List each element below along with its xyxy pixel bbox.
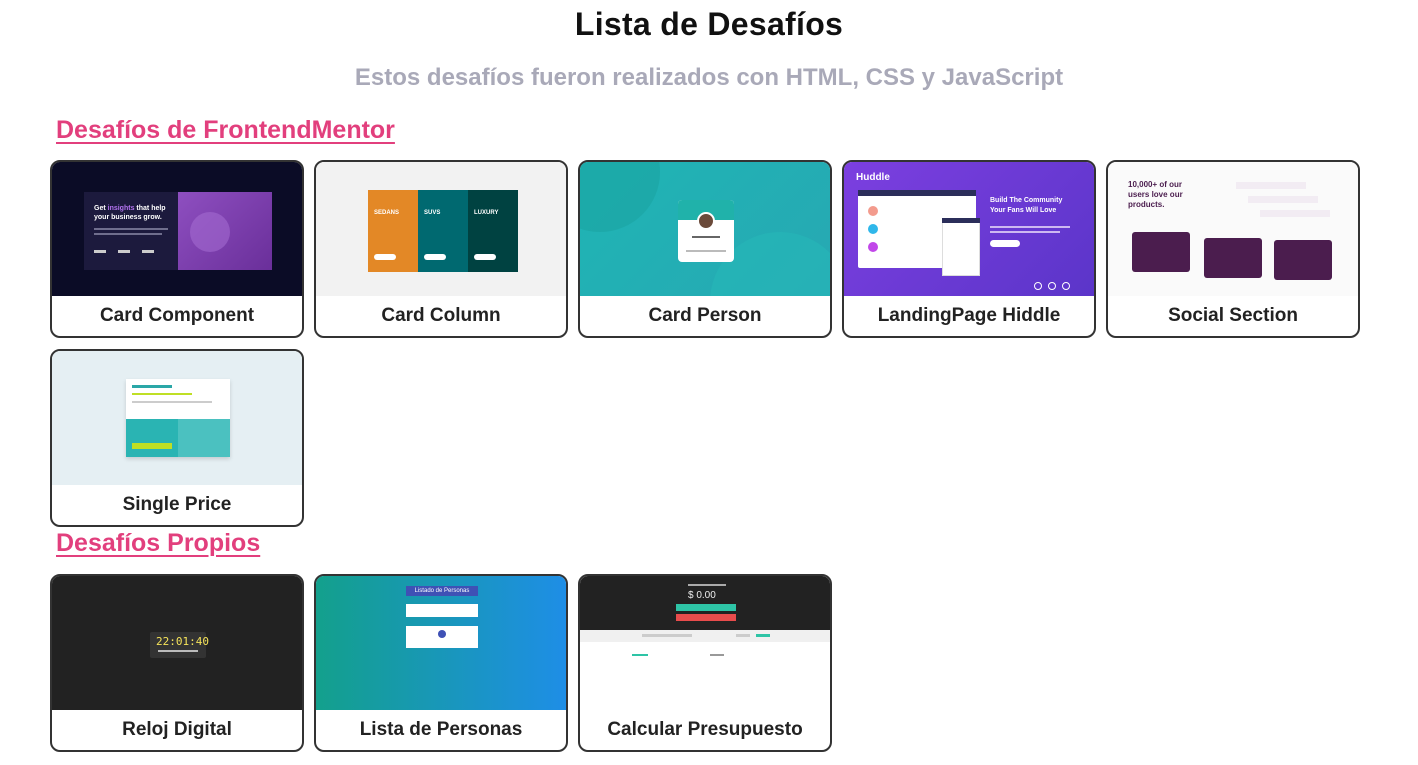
challenge-card-card-component[interactable]: Get insights that help your business gro… [50,160,304,338]
card-component-thumbnail: Get insights that help your business gro… [52,162,302,296]
challenge-card-card-person[interactable]: Card Person [578,160,832,338]
challenge-card-social-section[interactable]: 10,000+ of our users love our products. … [1106,160,1360,338]
single-price-thumbnail [52,351,302,485]
challenge-card-lista-personas[interactable]: Listado de Personas Lista de Personas [314,574,568,752]
lista-personas-thumbnail: Listado de Personas [316,576,566,710]
challenge-card-reloj-digital[interactable]: 22:01:40 Reloj Digital [50,574,304,752]
card-label: Single Price [122,494,232,515]
section-title-propios[interactable]: Desafíos Propios [56,529,260,558]
card-label: Social Section [1168,305,1298,326]
landing-huddle-thumbnail: Huddle Build The Community Your Fans Will… [844,162,1094,296]
card-column-thumbnail: SEDANS SUVS LUXURY [316,162,566,296]
card-label: Reloj Digital [122,719,232,740]
challenge-card-calcular-presupuesto[interactable]: $ 0.00 Calcular Presupuesto [578,574,832,752]
calcular-presupuesto-thumbnail: $ 0.00 [580,576,830,710]
card-label: Calcular Presupuesto [607,719,803,740]
challenge-card-card-column[interactable]: SEDANS SUVS LUXURY Card Column [314,160,568,338]
reloj-digital-thumbnail: 22:01:40 [52,576,302,710]
challenge-card-landing-huddle[interactable]: Huddle Build The Community Your Fans Will… [842,160,1096,338]
page-title: Lista de Desafíos [574,6,844,42]
card-label: Card Person [648,305,762,326]
card-label: Lista de Personas [359,719,523,740]
page-subtitle: Estos desafíos fueron realizados con HTM… [354,64,1064,91]
card-label: LandingPage Hiddle [877,305,1061,326]
card-label: Card Column [381,305,501,326]
section-title-frontendmentor[interactable]: Desafíos de FrontendMentor [56,116,395,145]
challenge-card-single-price[interactable]: Single Price [50,349,304,527]
card-label: Card Component [99,305,255,326]
social-section-thumbnail: 10,000+ of our users love our products. [1108,162,1358,296]
card-person-thumbnail [580,162,830,296]
